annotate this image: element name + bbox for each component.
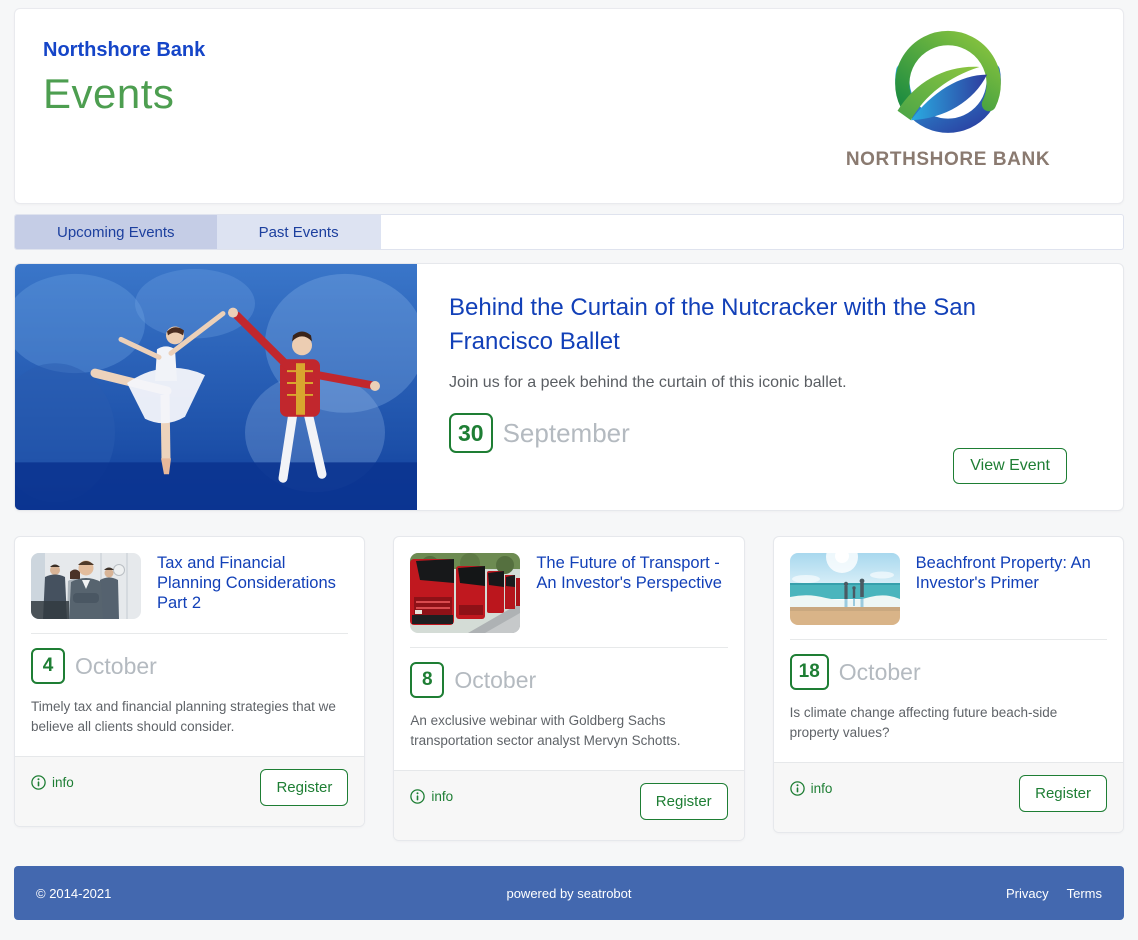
event-description: An exclusive webinar with Goldberg Sachs… — [410, 711, 727, 750]
event-card-footer: info Register — [394, 770, 743, 840]
event-description: Timely tax and financial planning strate… — [31, 697, 348, 736]
featured-event-day-badge: 30 — [449, 413, 493, 453]
event-date: 18 October — [790, 654, 1107, 690]
featured-event-image — [15, 264, 417, 510]
event-month: October — [75, 653, 157, 680]
tab-past-events[interactable]: Past Events — [217, 215, 381, 249]
terms-link[interactable]: Terms — [1067, 886, 1102, 901]
view-event-button[interactable]: View Event — [953, 448, 1067, 484]
event-month: October — [454, 667, 536, 694]
tab-upcoming-events[interactable]: Upcoming Events — [15, 215, 217, 249]
event-title[interactable]: Beachfront Property: An Investor's Prime… — [916, 553, 1107, 593]
info-label: info — [431, 789, 453, 804]
event-card-beachfront-property: Beachfront Property: An Investor's Prime… — [773, 536, 1124, 833]
tab-bar: Upcoming Events Past Events — [14, 214, 1124, 250]
featured-event-body: Behind the Curtain of the Nutcracker wit… — [417, 264, 1123, 510]
event-card-footer: info Register — [774, 762, 1123, 832]
footer: © 2014-2021 powered by seatrobot Privacy… — [14, 866, 1124, 920]
event-day-badge: 18 — [790, 654, 829, 690]
event-card-list: Tax and Financial Planning Consideration… — [14, 536, 1124, 841]
header: Northshore Bank Events — [14, 8, 1124, 204]
info-link[interactable]: info — [31, 775, 74, 790]
footer-links: Privacy Terms — [747, 886, 1102, 901]
event-card-footer: info Register — [15, 756, 364, 826]
divider — [790, 639, 1107, 640]
bank-logo: NORTHSHORE BANK — [843, 25, 1053, 171]
event-title[interactable]: Tax and Financial Planning Consideration… — [157, 553, 348, 613]
footer-copyright: © 2014-2021 — [36, 886, 391, 901]
featured-event-description: Join us for a peek behind the curtain of… — [449, 374, 1067, 392]
info-icon — [790, 781, 805, 796]
event-day-badge: 4 — [31, 648, 65, 684]
event-card-future-of-transport: The Future of Transport - An Investor's … — [393, 536, 744, 841]
event-month: October — [839, 659, 921, 686]
featured-event-card: Behind the Curtain of the Nutcracker wit… — [14, 263, 1124, 511]
featured-event-title[interactable]: Behind the Curtain of the Nutcracker wit… — [449, 291, 1034, 359]
event-day-badge: 8 — [410, 662, 444, 698]
register-button[interactable]: Register — [640, 783, 728, 820]
event-thumbnail-office-image — [31, 553, 141, 619]
info-label: info — [811, 781, 833, 796]
info-link[interactable]: info — [790, 781, 833, 796]
event-thumbnail-trucks-image — [410, 553, 520, 633]
event-description: Is climate change affecting future beach… — [790, 703, 1107, 742]
bank-logo-wordmark: NORTHSHORE BANK — [843, 149, 1053, 171]
divider — [410, 647, 727, 648]
info-icon — [410, 789, 425, 804]
event-thumbnail-beach-image — [790, 553, 900, 625]
bank-logo-icon — [848, 25, 1048, 147]
event-card-tax-planning: Tax and Financial Planning Consideration… — [14, 536, 365, 827]
footer-powered-by: powered by seatrobot — [391, 886, 746, 901]
privacy-link[interactable]: Privacy — [1006, 886, 1049, 901]
info-label: info — [52, 775, 74, 790]
featured-event-month: September — [503, 418, 630, 449]
register-button[interactable]: Register — [260, 769, 348, 806]
info-link[interactable]: info — [410, 789, 453, 804]
divider — [31, 633, 348, 634]
events-page: Northshore Bank Events — [14, 0, 1124, 940]
register-button[interactable]: Register — [1019, 775, 1107, 812]
event-date: 4 October — [31, 648, 348, 684]
event-date: 8 October — [410, 662, 727, 698]
event-title[interactable]: The Future of Transport - An Investor's … — [536, 553, 727, 593]
info-icon — [31, 775, 46, 790]
